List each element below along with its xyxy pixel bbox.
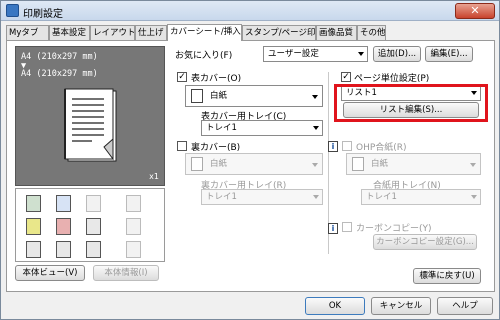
front-tray-select[interactable]: トレイ1 xyxy=(201,120,323,136)
chevron-down-icon xyxy=(358,52,364,56)
tab-image-quality[interactable]: 画像品質 xyxy=(316,25,357,40)
tab-layout[interactable]: レイアウト xyxy=(90,25,135,40)
preview-paper-size: A4 (210x297 mm) xyxy=(21,52,98,62)
chevron-down-icon xyxy=(313,126,319,130)
copies-count: x1 xyxy=(149,172,159,181)
tab-other[interactable]: その他 xyxy=(357,25,386,40)
preview-output-size: A4 (210x297 mm) xyxy=(21,69,98,79)
per-page-checkbox[interactable]: ✓ xyxy=(341,72,351,82)
front-cover-paper-select[interactable]: 白紙 xyxy=(185,85,323,107)
tab-basic[interactable]: 基本設定 xyxy=(49,25,90,40)
paper-feed-icon xyxy=(26,218,41,235)
carbon-copy-label: カーボンコピー(Y) xyxy=(356,224,432,234)
ohp-label: OHP合紙(R) xyxy=(356,143,407,153)
favorites-label: お気に入り(F) xyxy=(175,51,233,61)
front-cover-label: 表カバー(O) xyxy=(191,74,242,84)
chevron-down-icon xyxy=(312,163,318,167)
color-icon xyxy=(56,218,71,235)
cancel-button[interactable]: キャンセル xyxy=(371,297,431,315)
back-cover-paper-select[interactable]: 白紙 xyxy=(185,153,323,175)
highlight-box xyxy=(334,84,488,122)
carbon-copy-checkbox[interactable] xyxy=(342,222,352,232)
storage-icon xyxy=(86,241,101,258)
paper-icon xyxy=(191,89,203,103)
info-icon: i xyxy=(328,223,338,234)
fold-icon xyxy=(86,218,101,235)
tab-cover-sheet[interactable]: カバーシート/挿入紙 xyxy=(167,24,242,41)
tray-icon xyxy=(26,195,41,212)
restore-defaults-button[interactable]: 標準に戻す(U) xyxy=(413,268,481,284)
edit-favorite-button[interactable]: 編集(E)... xyxy=(425,46,473,62)
chevron-down-icon xyxy=(313,195,319,199)
phone-icon xyxy=(26,241,41,258)
back-cover-label: 裏カバー(B) xyxy=(191,143,241,153)
back-tray-select[interactable]: トレイ1 xyxy=(201,189,323,205)
printer-icon xyxy=(6,4,19,17)
chevron-down-icon xyxy=(471,195,477,199)
ohp-tray-select[interactable]: トレイ1 xyxy=(361,189,481,205)
tab-stamp[interactable]: スタンプ/ページ印字 xyxy=(242,25,316,40)
body-info-button[interactable]: 本体情報(I) xyxy=(93,265,159,281)
favorites-select[interactable]: ユーザー設定 xyxy=(263,46,368,62)
chevron-down-icon xyxy=(470,163,476,167)
window-title: 印刷設定 xyxy=(23,9,63,20)
front-cover-checkbox[interactable]: ✓ xyxy=(177,72,187,82)
ohp-checkbox[interactable] xyxy=(342,141,352,151)
page-preview: A4 (210x297 mm) ▼ A4 (210x297 mm) x1 xyxy=(15,46,165,186)
body-view-button[interactable]: 本体ビュー(V) xyxy=(15,265,85,281)
tab-my[interactable]: Myタブ xyxy=(6,25,49,40)
tab-finishing[interactable]: 仕上げ xyxy=(135,25,167,40)
back-cover-checkbox[interactable] xyxy=(177,141,187,151)
print-settings-window: 印刷設定 ✕ Myタブ 基本設定 レイアウト 仕上げ カバーシート/挿入紙 スタ… xyxy=(0,0,500,320)
ok-button[interactable]: OK xyxy=(305,297,365,315)
document-preview-icon xyxy=(64,88,117,162)
user-icon xyxy=(56,241,71,258)
paper-icon xyxy=(352,157,364,171)
ohp-paper-select[interactable]: 白紙 xyxy=(346,153,481,175)
info-icon: i xyxy=(328,141,338,152)
punch-icon xyxy=(126,195,141,212)
device-icon-panel xyxy=(15,188,165,262)
staple-icon xyxy=(86,195,101,212)
close-button[interactable]: ✕ xyxy=(455,3,495,19)
finisher-icon xyxy=(56,195,71,212)
paper-icon xyxy=(191,157,203,171)
help-button[interactable]: ヘルプ xyxy=(437,297,493,315)
carbon-copy-settings-button[interactable]: カーボンコピー設定(G)... xyxy=(373,234,477,250)
mailbox-icon xyxy=(126,241,141,258)
per-page-label: ページ単位設定(P) xyxy=(354,74,430,84)
add-favorite-button[interactable]: 追加(D)... xyxy=(373,46,421,62)
chevron-down-icon xyxy=(312,95,318,99)
title-bar: 印刷設定 ✕ xyxy=(1,1,499,21)
booklet-icon xyxy=(126,218,141,235)
